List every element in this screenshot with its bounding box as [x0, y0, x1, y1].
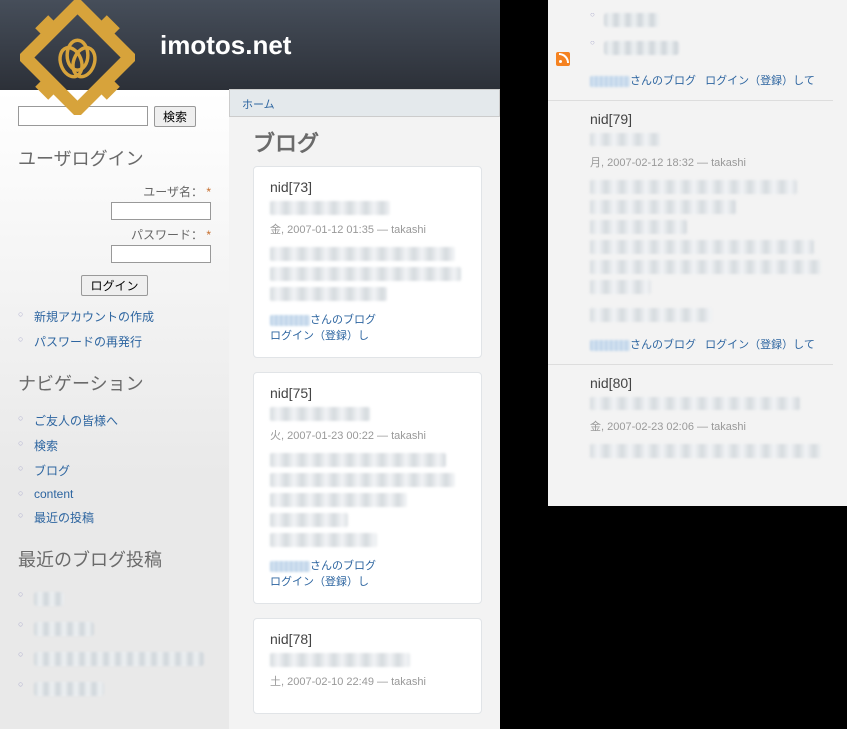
user-blog-link[interactable]: さんのブログ: [310, 311, 376, 327]
login-to-comment-link[interactable]: ログイン（登録）して: [705, 72, 815, 88]
redacted-text: [590, 180, 797, 194]
author-redacted: [590, 340, 630, 351]
node-subtitle-redacted: [270, 201, 390, 215]
login-block-title: ユーザログイン: [18, 145, 211, 171]
site-logo[interactable]: [20, 0, 135, 115]
redacted-text: [590, 240, 814, 254]
redacted-text: [270, 453, 446, 467]
node-subtitle-redacted: [590, 397, 800, 410]
recent-block-title: 最近のブログ投稿: [18, 546, 211, 572]
redacted-text: [270, 493, 407, 507]
node-meta: 土, 2007-02-10 22:49 — takashi: [270, 673, 465, 689]
breadcrumb[interactable]: ホーム: [229, 89, 500, 117]
login-to-comment-link[interactable]: ログイン（登録）し: [270, 327, 369, 343]
list-item[interactable]: [590, 6, 833, 34]
login-to-comment-link[interactable]: ログイン（登録）して: [705, 336, 815, 352]
search-button[interactable]: 検索: [154, 106, 196, 127]
node-title[interactable]: nid[80]: [590, 375, 833, 391]
user-blog-link[interactable]: さんのブログ: [630, 336, 696, 352]
author-redacted: [590, 76, 630, 87]
recent-item[interactable]: [18, 614, 211, 644]
blog-node: nid[73] 金, 2007-01-12 01:35 — takashi さん…: [253, 166, 482, 358]
node-meta: 月, 2007-02-12 18:32 — takashi: [590, 154, 833, 170]
username-label: ユーザ名： *: [143, 185, 211, 199]
redacted-text: [270, 533, 377, 547]
node-title[interactable]: nid[75]: [270, 385, 465, 401]
password-field[interactable]: [111, 245, 211, 263]
redacted-text: [590, 260, 821, 274]
list-item[interactable]: [590, 34, 833, 62]
site-title[interactable]: imotos.net: [160, 30, 291, 61]
username-field[interactable]: [111, 202, 211, 220]
node-meta: 金, 2007-02-23 02:06 — takashi: [590, 418, 833, 434]
right-pane: さんのブログ ログイン（登録）して nid[79] 月, 2007-02-12 …: [500, 0, 847, 729]
login-button[interactable]: ログイン: [81, 275, 147, 296]
redacted-text: [590, 220, 687, 234]
redacted-text: [270, 287, 387, 301]
page-title: ブログ: [253, 126, 482, 158]
node-meta: 火, 2007-01-23 00:22 — takashi: [270, 427, 465, 443]
node-subtitle-redacted: [270, 407, 370, 421]
redacted-text: [270, 247, 455, 261]
link-create-account[interactable]: 新規アカウントの作成: [18, 304, 211, 329]
nav-item-content[interactable]: content: [18, 483, 211, 505]
main-content: ブログ nid[73] 金, 2007-01-12 01:35 — takash…: [229, 90, 500, 729]
sidebar: 検索 ユーザログイン ユーザ名： * パスワード： * ログイン 新規アカウント…: [0, 90, 229, 729]
node-title[interactable]: nid[73]: [270, 179, 465, 195]
node-subtitle-redacted: [270, 653, 410, 667]
redacted-text: [590, 444, 821, 458]
user-blog-link[interactable]: さんのブログ: [310, 557, 376, 573]
nav-item-recent[interactable]: 最近の投稿: [18, 505, 211, 530]
blog-node: nid[78] 土, 2007-02-10 22:49 — takashi: [253, 618, 482, 714]
redacted-text: [590, 200, 736, 214]
node-title[interactable]: nid[79]: [590, 111, 833, 127]
recent-item[interactable]: [18, 674, 211, 704]
link-password-reset[interactable]: パスワードの再発行: [18, 329, 211, 354]
rss-icon[interactable]: [556, 52, 570, 66]
redacted-text: [590, 308, 712, 322]
node-subtitle-redacted: [590, 133, 660, 146]
redacted-text: [270, 473, 455, 487]
password-label: パスワード： *: [131, 228, 211, 242]
divider: [548, 100, 833, 101]
site-header: imotos.net: [0, 0, 500, 90]
author-redacted: [270, 561, 310, 572]
nav-item-search[interactable]: 検索: [18, 433, 211, 458]
recent-item[interactable]: [18, 584, 211, 614]
node-meta: 金, 2007-01-12 01:35 — takashi: [270, 221, 465, 237]
redacted-text: [270, 513, 348, 527]
redacted-text: [270, 267, 461, 281]
blog-node: nid[75] 火, 2007-01-23 00:22 — takashi さん…: [253, 372, 482, 604]
divider: [548, 364, 833, 365]
node-title[interactable]: nid[78]: [270, 631, 465, 647]
nav-block-title: ナビゲーション: [18, 370, 211, 396]
blog-node: nid[79] 月, 2007-02-12 18:32 — takashi さん…: [590, 111, 833, 352]
nav-item-friends[interactable]: ご友人の皆様へ: [18, 408, 211, 433]
login-to-comment-link[interactable]: ログイン（登録）し: [270, 573, 369, 589]
nav-item-blog[interactable]: ブログ: [18, 458, 211, 483]
user-blog-link[interactable]: さんのブログ: [630, 72, 696, 88]
redacted-text: [590, 280, 651, 294]
author-redacted: [270, 315, 310, 326]
recent-item[interactable]: [18, 644, 211, 674]
blog-node: nid[80] 金, 2007-02-23 02:06 — takashi: [590, 375, 833, 458]
